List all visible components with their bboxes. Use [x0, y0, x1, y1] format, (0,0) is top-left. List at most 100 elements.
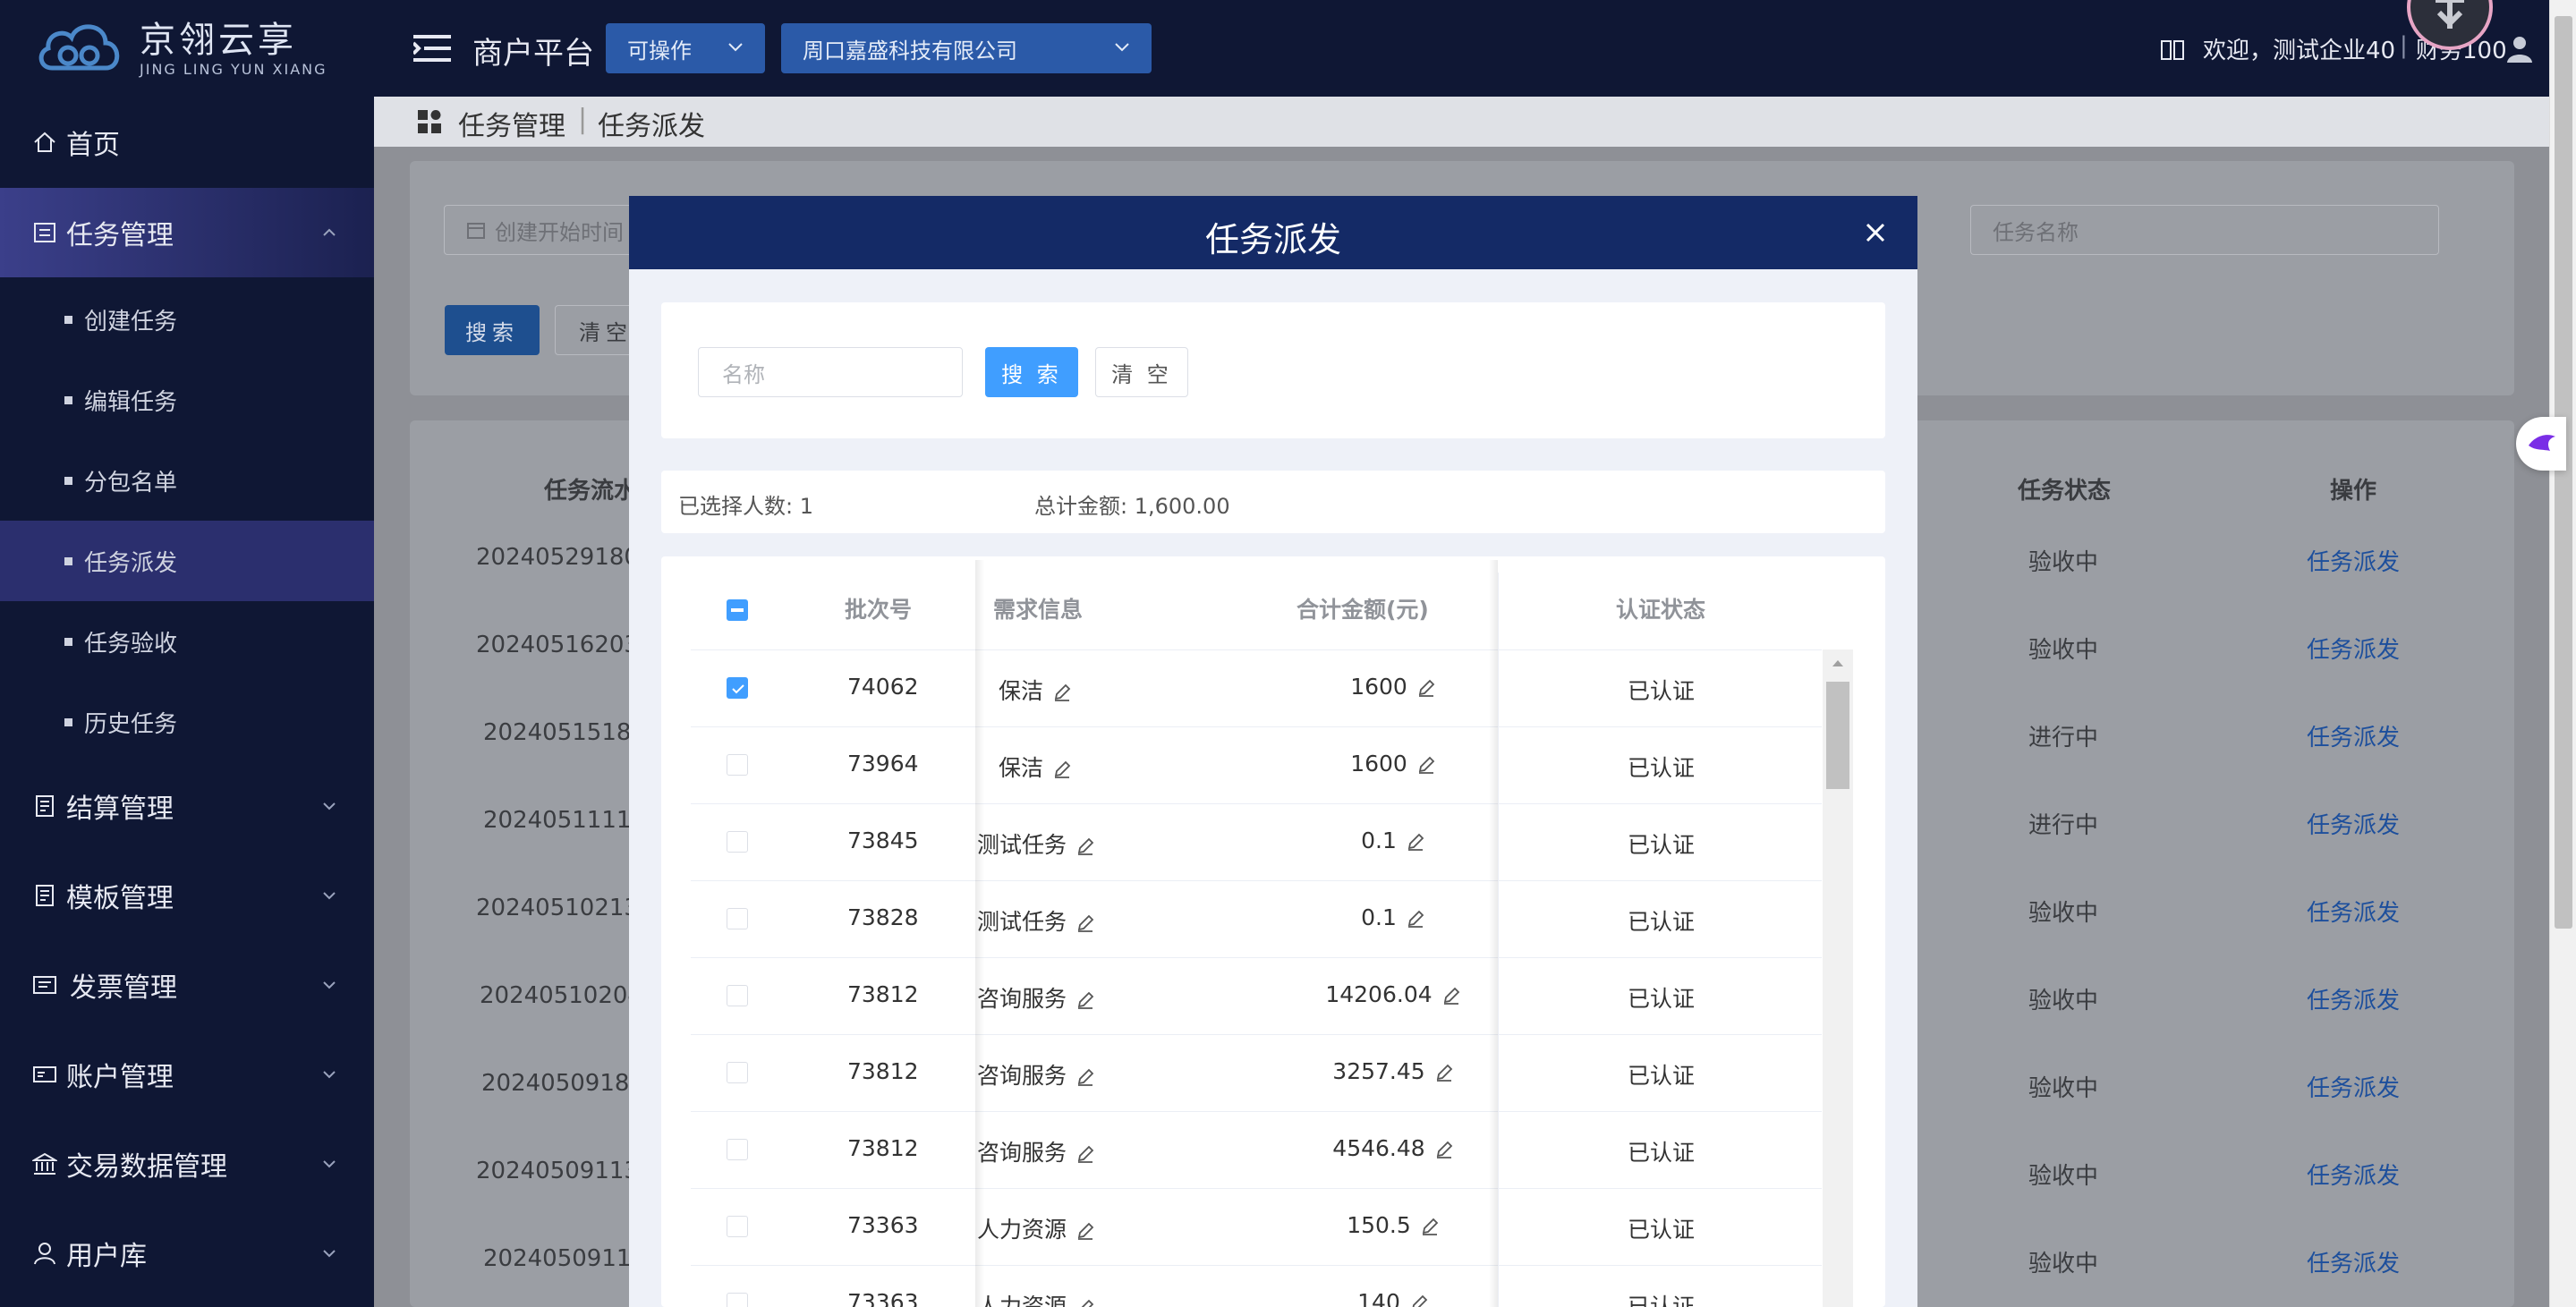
dispatch-table-row[interactable]: 73363 人力资源 150.5 已认证: [691, 1189, 1822, 1266]
dispatch-link[interactable]: 任务派发: [2307, 807, 2400, 840]
edit-icon[interactable]: [1075, 990, 1095, 1010]
edit-icon[interactable]: [1052, 683, 1072, 702]
nav-task-management[interactable]: 任务管理: [0, 188, 374, 277]
row-checkbox[interactable]: [727, 1062, 748, 1083]
user-avatar-icon[interactable]: [2505, 34, 2534, 63]
auth-status: 已认证: [1628, 678, 1696, 704]
avatar[interactable]: [2407, 0, 2493, 50]
col-task-serial: 任务流水: [544, 478, 638, 505]
menu-toggle-icon[interactable]: [413, 34, 451, 63]
nav-invoice[interactable]: 发票管理: [0, 963, 374, 1007]
sub-item-task-acceptance[interactable]: 任务验收: [0, 601, 374, 682]
page-scrollbar[interactable]: [2549, 0, 2576, 1307]
edit-icon[interactable]: [1406, 832, 1425, 852]
modal-clear-label: 清 空: [1111, 361, 1172, 387]
company-select[interactable]: 周口嘉盛科技有限公司: [781, 23, 1152, 73]
modal-name-input[interactable]: 名称: [698, 347, 963, 397]
table-scrollbar-thumb[interactable]: [1826, 682, 1849, 789]
row-checkbox[interactable]: [727, 754, 748, 776]
edit-icon[interactable]: [1416, 678, 1436, 698]
edit-icon[interactable]: [1416, 755, 1436, 775]
bg-search-button[interactable]: 搜索: [445, 305, 540, 355]
edit-icon[interactable]: [1409, 1294, 1429, 1307]
edit-icon[interactable]: [1434, 1140, 1454, 1159]
edit-icon[interactable]: [1406, 909, 1425, 929]
dispatch-link[interactable]: 任务派发: [2307, 544, 2400, 577]
float-action-button[interactable]: [2516, 417, 2566, 471]
total-amount-cell: 150.5: [1263, 1212, 1523, 1238]
edit-icon[interactable]: [1075, 836, 1095, 856]
nav-template[interactable]: 模板管理: [0, 873, 374, 918]
dispatch-link[interactable]: 任务派发: [2307, 719, 2400, 752]
selected-count: 已选择人数: 1: [678, 494, 813, 519]
book-icon[interactable]: [2160, 38, 2185, 63]
breadcrumb-parent[interactable]: 任务管理: [458, 104, 565, 143]
select-all-checkbox[interactable]: [727, 599, 748, 621]
page-scrollbar-thumb[interactable]: [2555, 16, 2572, 929]
edit-icon[interactable]: [1075, 1298, 1095, 1307]
close-icon[interactable]: [1866, 223, 1885, 242]
dispatch-link[interactable]: 任务派发: [2307, 1245, 2400, 1278]
total-amount: 总计金额: 1,600.00: [1034, 494, 1230, 519]
modal-clear-button[interactable]: 清 空: [1095, 347, 1188, 397]
table-scrollbar[interactable]: [1823, 649, 1853, 1307]
sub-item-edit-task[interactable]: 编辑任务: [0, 360, 374, 440]
edit-icon[interactable]: [1434, 1063, 1454, 1082]
edit-icon[interactable]: [1052, 760, 1072, 779]
dispatch-table-row[interactable]: 73363 人力资源 140 已认证: [691, 1266, 1822, 1307]
sub-item-subcontract-list[interactable]: 分包名单: [0, 440, 374, 521]
sub-item-label: 任务验收: [84, 630, 178, 658]
modal-search-button[interactable]: 搜 索: [985, 347, 1078, 397]
sub-item-history-task[interactable]: 历史任务: [0, 682, 374, 762]
sub-item-task-dispatch[interactable]: 任务派发: [0, 521, 374, 601]
chevron-down-icon: [323, 802, 336, 811]
batch-number: 73845: [847, 827, 919, 853]
col-amount: 合计金额(元): [1297, 597, 1429, 623]
operable-select[interactable]: 可操作: [606, 23, 765, 73]
nav-transaction-data[interactable]: 交易数据管理: [0, 1142, 374, 1186]
edit-icon[interactable]: [1075, 1144, 1095, 1164]
row-checkbox[interactable]: [727, 1293, 748, 1307]
batch-number: 73812: [847, 1058, 919, 1084]
nav-home[interactable]: 首页: [0, 120, 374, 165]
nav-settlement[interactable]: 结算管理: [0, 784, 374, 828]
row-checkbox[interactable]: [727, 1216, 748, 1237]
dispatch-link[interactable]: 任务派发: [2307, 1158, 2400, 1191]
amount-text: 0.1: [1361, 827, 1397, 853]
row-checkbox[interactable]: [727, 1139, 748, 1160]
dispatch-link[interactable]: 任务派发: [2307, 982, 2400, 1015]
bg-clear-button[interactable]: 清空: [555, 305, 635, 355]
dispatch-link[interactable]: 任务派发: [2307, 1070, 2400, 1103]
row-checkbox[interactable]: [727, 908, 748, 929]
dispatch-table-row[interactable]: 73845 测试任务 0.1 已认证: [691, 804, 1822, 881]
dispatch-table-row[interactable]: 74062 保洁 1600 已认证: [691, 650, 1822, 727]
nav-template-label: 模板管理: [66, 883, 174, 914]
row-checkbox[interactable]: [727, 985, 748, 1006]
row-checkbox[interactable]: [727, 677, 748, 699]
dispatch-table-row[interactable]: 73812 咨询服务 3257.45 已认证: [691, 1035, 1822, 1112]
nav-account[interactable]: 账户管理: [0, 1052, 374, 1097]
auth-status: 已认证: [1628, 909, 1696, 935]
task-name-input[interactable]: 任务名称: [1970, 205, 2439, 255]
edit-icon[interactable]: [1420, 1217, 1440, 1236]
edit-icon[interactable]: [1075, 1221, 1095, 1241]
edit-icon[interactable]: [1441, 986, 1461, 1006]
batch-number: 73964: [847, 751, 919, 777]
edit-icon[interactable]: [1075, 913, 1095, 933]
task-serial: 202405091133: [476, 1158, 654, 1184]
nav-user-library[interactable]: 用户库: [0, 1231, 374, 1276]
dispatch-table-row[interactable]: 73828 测试任务 0.1 已认证: [691, 881, 1822, 958]
dispatch-table-row[interactable]: 73812 咨询服务 4546.48 已认证: [691, 1112, 1822, 1189]
sub-item-create-task[interactable]: 创建任务: [0, 279, 374, 360]
dispatch-table-row[interactable]: 73964 保洁 1600 已认证: [691, 727, 1822, 804]
dispatch-link[interactable]: 任务派发: [2307, 895, 2400, 928]
scroll-up-icon[interactable]: [1832, 658, 1844, 667]
minus-icon: [731, 608, 744, 612]
auth-status: 已认证: [1628, 1217, 1696, 1243]
dispatch-link[interactable]: 任务派发: [2307, 632, 2400, 665]
edit-icon[interactable]: [1075, 1067, 1095, 1087]
col-task-status: 任务状态: [2018, 478, 2112, 505]
row-checkbox[interactable]: [727, 831, 748, 853]
dispatch-table-row[interactable]: 73812 咨询服务 14206.04 已认证: [691, 958, 1822, 1035]
amount-text: 140: [1357, 1289, 1400, 1307]
